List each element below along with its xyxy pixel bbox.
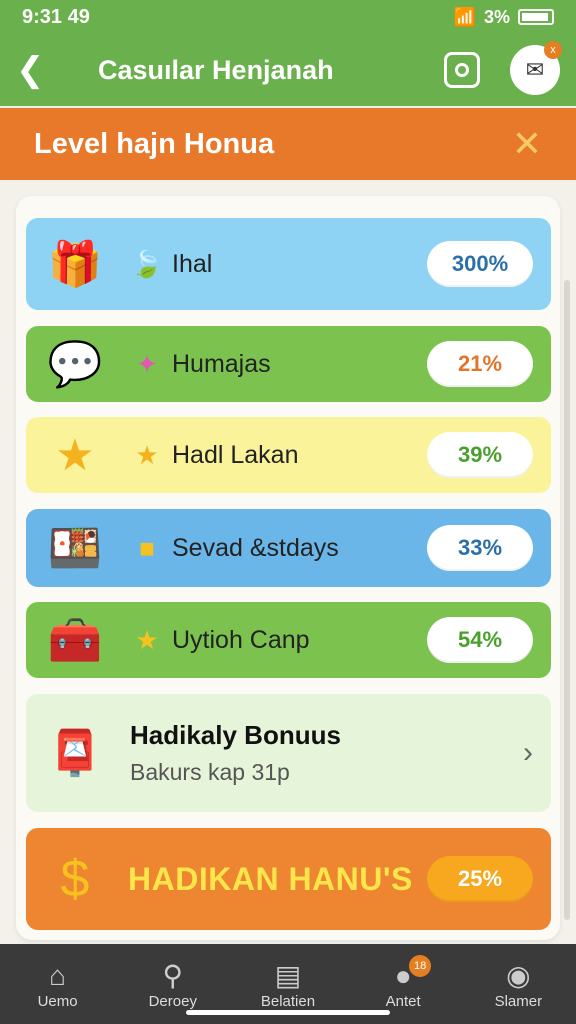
reward-row[interactable]: 🎁 🍃 Ihal 300% (26, 218, 551, 310)
star-icon: ★ (55, 430, 95, 480)
nav-badge: 18 (409, 954, 432, 977)
battery-text: 3% (483, 6, 510, 27)
nav-home[interactable]: ⌂ Uemo (8, 959, 108, 1010)
mailbox-icon: 📮 (47, 729, 103, 778)
food-plate-icon: 🍱 (47, 524, 103, 573)
star-icon: ★ (135, 624, 159, 655)
reward-percent: 33% (427, 525, 533, 571)
reward-percent: 21% (427, 341, 533, 387)
battery-icon (518, 9, 554, 25)
nav-profile[interactable]: ◉ Slamer (468, 959, 568, 1010)
app-bar: ❮ Casuılar Henjanah ✉ x (0, 34, 576, 106)
star-icon: ★ (135, 439, 159, 470)
big-bonus-title: HADIKAN HANU'S (128, 860, 413, 897)
back-button[interactable]: ❮ (16, 50, 56, 90)
banner-title: Level hajn Honua (34, 127, 275, 160)
wifi-icon: 📶 (453, 6, 476, 27)
status-time: 9:31 49 (22, 5, 90, 28)
bonus-subtitle: Bakurs kap 31p (130, 759, 290, 785)
reward-label: Sevad &stdays (172, 533, 339, 562)
nav-search[interactable]: ⚲ Deroey (123, 959, 223, 1010)
big-bonus-percent: 25% (427, 856, 533, 902)
nav-label: Belatien (260, 992, 316, 1010)
bonus-title: Hadikaly Bonuus (130, 720, 341, 750)
camera-icon (455, 63, 469, 77)
notification-badge: x (544, 41, 562, 59)
status-bar: 9:31 49 📶 3% (0, 0, 576, 34)
reward-row[interactable]: 💬 ✦ Humajas 21% (26, 326, 551, 402)
coin-icon: $ (60, 850, 90, 908)
chat-bubble-icon: 💬 (47, 340, 103, 389)
reward-label: Uytioh Canp (172, 625, 310, 654)
bonus-row[interactable]: 📮 Hadikaly Bonuus Bakurs kap 31p › (26, 694, 551, 812)
close-button[interactable]: ✕ (512, 123, 542, 165)
nav-label: Slamer (494, 992, 543, 1010)
profile-icon: ◉ (506, 959, 531, 991)
reward-percent: 300% (427, 241, 533, 287)
scrollbar[interactable] (564, 280, 570, 920)
nav-label: Antet (385, 992, 421, 1010)
camera-button[interactable] (444, 52, 480, 88)
chevron-right-icon[interactable]: › (523, 736, 533, 770)
chest-icon: 🎁 (47, 240, 103, 289)
nav-label: Deroey (148, 992, 197, 1010)
big-bonus-row[interactable]: $ HADIKAN HANU'S 25% (26, 828, 551, 930)
reward-row[interactable]: 🍱 ■ Sevad &stdays 33% (26, 509, 551, 587)
home-indicator (186, 1010, 390, 1015)
reward-label: Humajas (172, 349, 271, 378)
leaf-icon: 🍃 (130, 248, 164, 279)
search-icon: ⚲ (162, 959, 184, 991)
bell-icon: ✉ (525, 57, 545, 82)
level-banner: Level hajn Honua ✕ (0, 108, 576, 180)
app-title: Casuılar Henjanah (98, 54, 334, 85)
reward-percent: 39% (427, 432, 533, 478)
reward-row[interactable]: 🧰 ★ Uytioh Canp 54% (26, 602, 551, 678)
reward-percent: 54% (427, 617, 533, 663)
avatar-button[interactable]: ✉ x (510, 41, 562, 95)
toolbox-icon: 🧰 (47, 616, 103, 665)
sparkle-icon: ✦ (136, 348, 158, 379)
reward-label: Ihal (172, 249, 213, 278)
nav-briefcase[interactable]: ▤ Belatien (238, 959, 338, 1010)
home-icon: ⌂ (49, 959, 67, 991)
cube-icon: ■ (139, 532, 155, 563)
reward-row[interactable]: ★ ★ Hadl Lakan 39% (26, 417, 551, 493)
nav-chat[interactable]: ● 18 Antet (353, 954, 453, 1010)
briefcase-icon: ▤ (274, 959, 302, 991)
nav-label: Uemo (37, 992, 78, 1010)
reward-label: Hadl Lakan (172, 440, 299, 469)
